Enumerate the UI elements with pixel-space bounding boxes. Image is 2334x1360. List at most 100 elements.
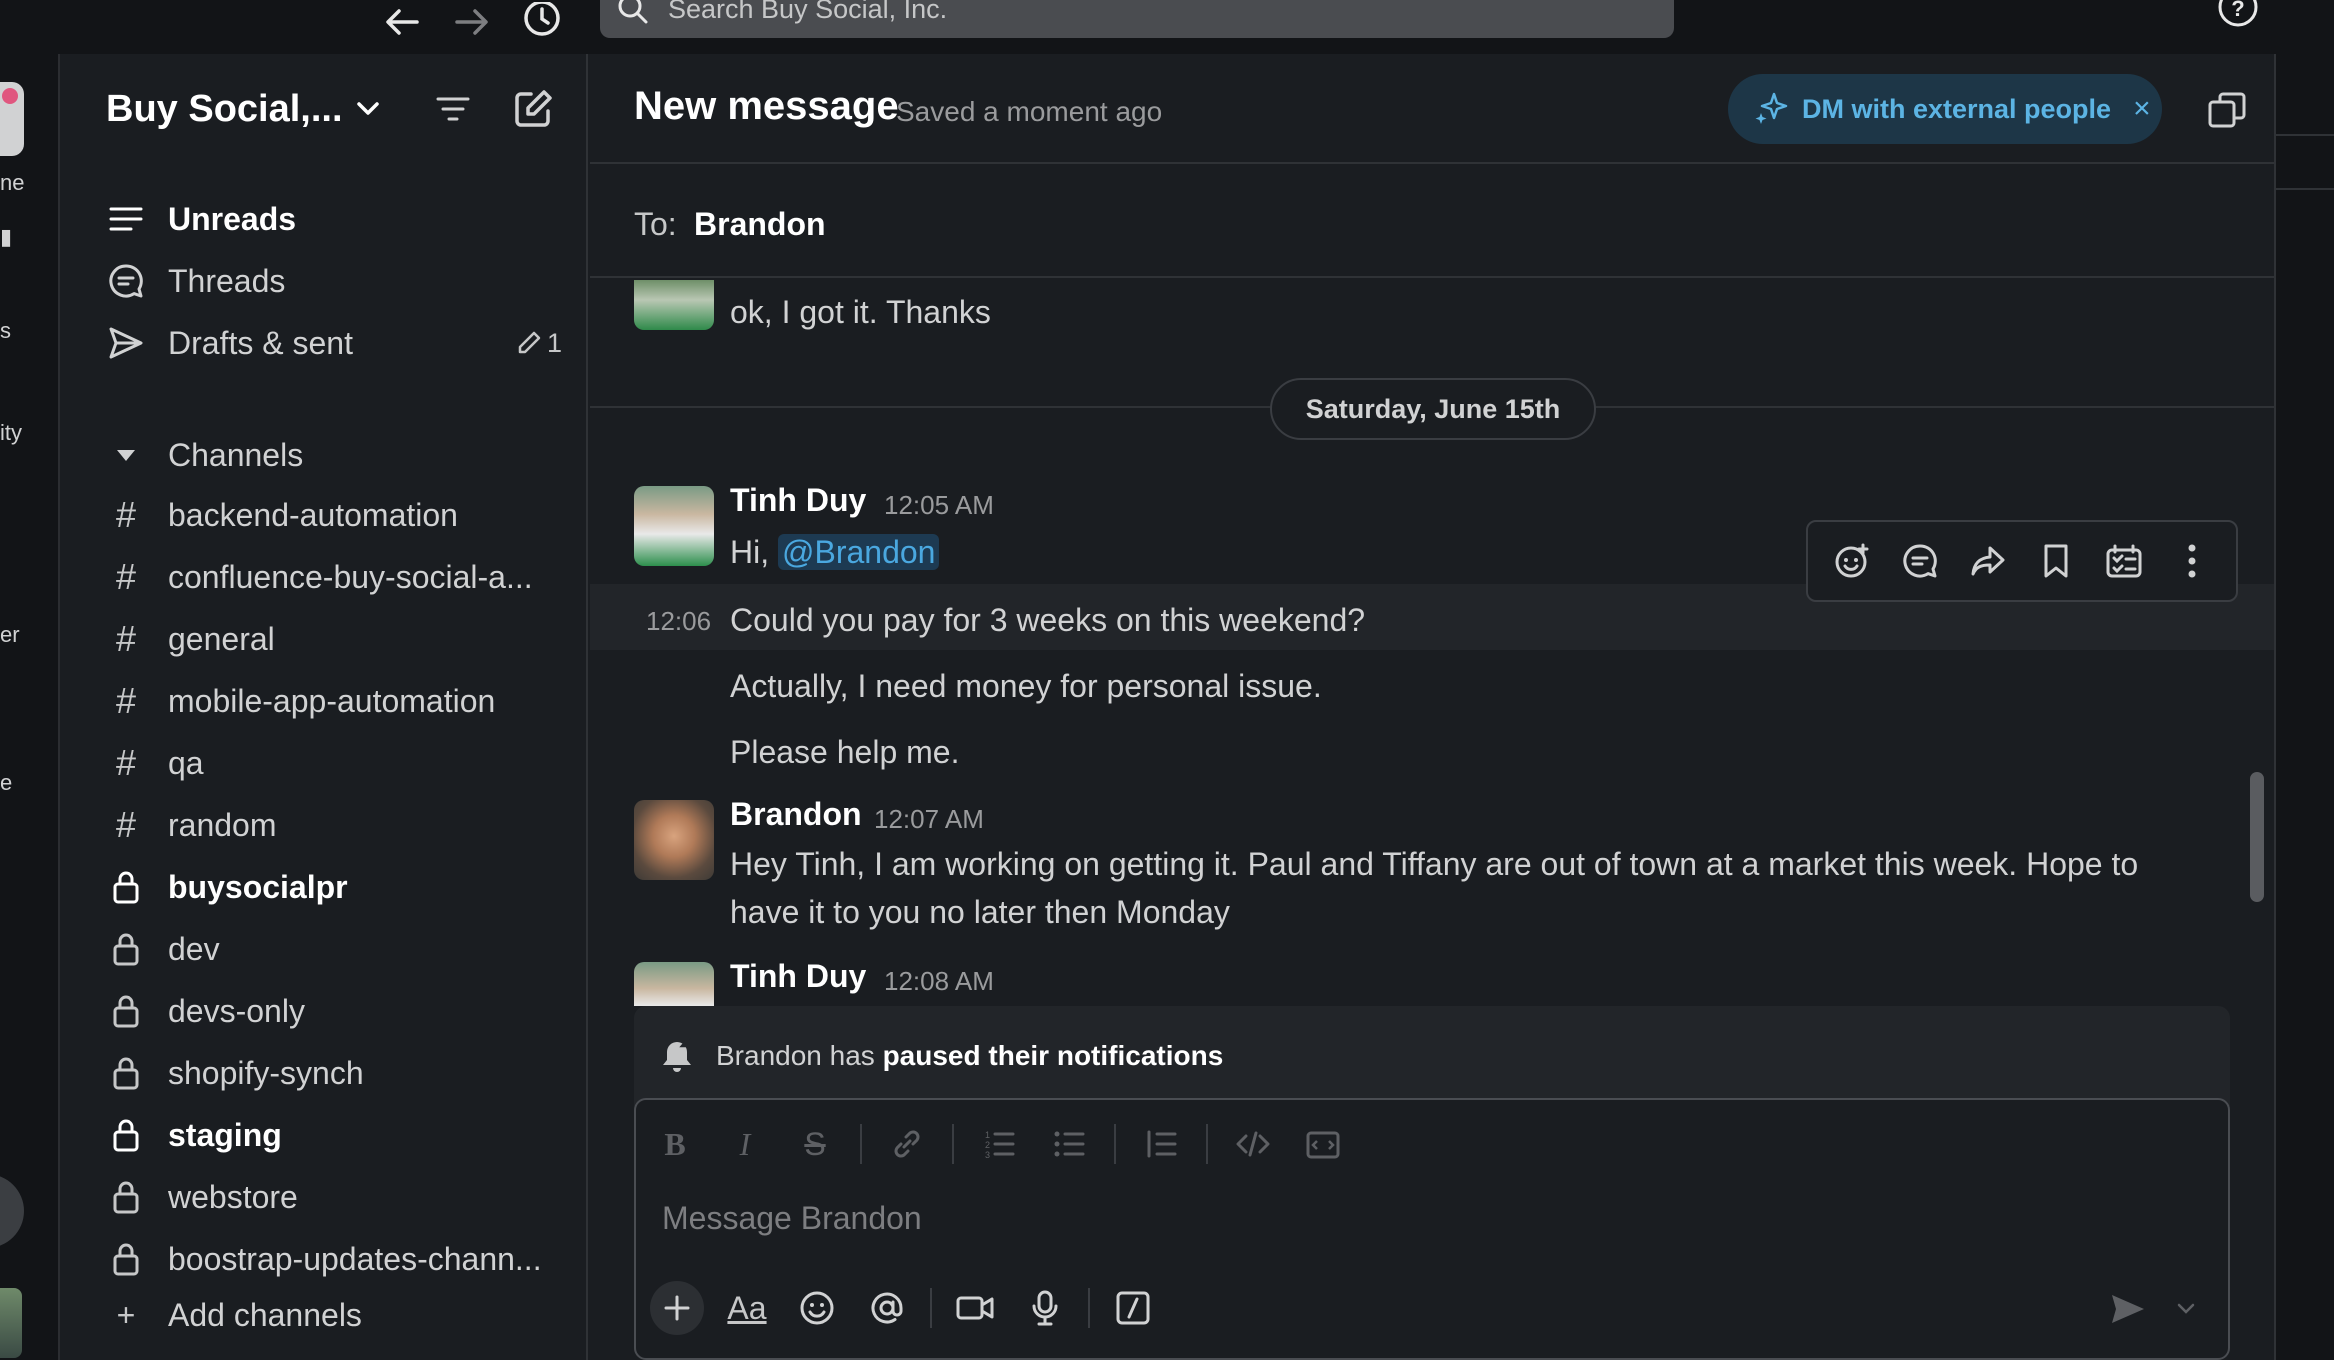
link-icon[interactable] — [882, 1119, 932, 1169]
channel-item[interactable]: # qa — [106, 738, 576, 788]
slash-command-icon[interactable] — [1106, 1281, 1160, 1335]
nav-threads[interactable]: Threads — [106, 256, 576, 306]
attach-plus-icon[interactable] — [650, 1281, 704, 1335]
rail-label-more[interactable]: e — [0, 770, 12, 796]
rail-icon-fragment[interactable]: ▮ — [0, 224, 12, 250]
rail-label-home[interactable]: ne — [0, 170, 24, 196]
history-clock-icon[interactable] — [518, 2, 566, 42]
hash-icon: # — [115, 556, 137, 597]
recipient-row[interactable]: To: Brandon — [590, 166, 2274, 278]
close-icon[interactable]: × — [2133, 92, 2151, 126]
channel-item[interactable]: buysocialpr — [106, 862, 576, 912]
remind-checklist-icon[interactable] — [2098, 535, 2150, 587]
nav-drafts-sent[interactable]: Drafts & sent 1 — [106, 318, 576, 368]
message-timestamp[interactable]: 12:05 AM — [884, 490, 994, 521]
filter-icon[interactable] — [428, 84, 478, 134]
unreads-icon — [106, 199, 146, 239]
toolbar-separator — [860, 1124, 862, 1164]
channel-item[interactable]: # general — [106, 614, 576, 664]
compose-icon[interactable] — [508, 84, 558, 134]
rail-label-later[interactable]: er — [0, 622, 20, 648]
panel-edge-tab[interactable] — [2276, 134, 2334, 190]
message-timestamp[interactable]: 12:06 — [646, 606, 711, 637]
back-arrow-icon[interactable] — [378, 2, 426, 42]
channel-item[interactable]: dev — [106, 924, 576, 974]
blockquote-icon[interactable] — [1136, 1119, 1186, 1169]
avatar-tinh-duy[interactable] — [634, 280, 714, 330]
channels-section-header[interactable]: Channels — [106, 430, 576, 480]
nav-unreads[interactable]: Unreads — [106, 194, 576, 244]
ordered-list-icon[interactable]: 123 — [974, 1119, 1024, 1169]
channel-item[interactable]: # mobile-app-automation — [106, 676, 576, 726]
to-label: To: — [634, 206, 677, 242]
reply-thread-icon[interactable] — [1894, 535, 1946, 587]
message-timestamp[interactable]: 12:07 AM — [874, 804, 984, 835]
channel-item[interactable]: # random — [106, 800, 576, 850]
emoji-icon[interactable] — [790, 1281, 844, 1335]
pencil-icon — [518, 331, 541, 354]
lock-icon — [106, 1053, 146, 1093]
channel-item[interactable]: devs-only — [106, 986, 576, 1036]
message-input[interactable] — [662, 1200, 2062, 1237]
right-edge-panel — [2274, 54, 2334, 1360]
message-author[interactable]: Brandon — [730, 796, 862, 833]
message-pane: New message Saved a moment ago DM with e… — [590, 54, 2274, 1360]
channel-name: devs-only — [168, 992, 305, 1029]
workspace-menu[interactable]: Buy Social,... — [106, 84, 379, 134]
italic-icon[interactable]: I — [720, 1119, 770, 1169]
bookmark-icon[interactable] — [2030, 535, 2082, 587]
channel-item[interactable]: webstore — [106, 1172, 576, 1222]
channel-item[interactable]: # confluence-buy-social-a... — [106, 552, 576, 602]
mention-icon[interactable] — [860, 1281, 914, 1335]
channel-item[interactable]: staging — [106, 1110, 576, 1160]
rail-label-activity[interactable]: ity — [0, 420, 22, 446]
channel-sidebar: Buy Social,... Unreads Threads Drafts & … — [62, 54, 588, 1360]
dm-external-pill[interactable]: DM with external people × — [1728, 74, 2162, 144]
message-author[interactable]: Tinh Duy — [730, 958, 866, 995]
forward-icon[interactable] — [1962, 535, 2014, 587]
strikethrough-icon[interactable]: S — [790, 1119, 840, 1169]
saved-status: Saved a moment ago — [896, 96, 1163, 127]
send-icon[interactable] — [2100, 1284, 2156, 1334]
message-text: Actually, I need money for personal issu… — [730, 668, 1322, 704]
code-block-icon[interactable] — [1298, 1119, 1348, 1169]
svg-text:3: 3 — [985, 1150, 990, 1159]
avatar-brandon[interactable] — [634, 800, 714, 880]
text-format-toggle[interactable]: Aa — [720, 1281, 774, 1335]
avatar-tinh-duy[interactable] — [634, 962, 714, 1006]
lock-icon — [106, 867, 146, 907]
channel-name: webstore — [168, 1178, 298, 1215]
add-channels-button[interactable]: + Add channels — [106, 1290, 576, 1340]
lock-icon — [106, 1177, 146, 1217]
popout-window-icon[interactable] — [2202, 86, 2252, 134]
avatar-tinh-duy[interactable] — [634, 486, 714, 566]
channel-item[interactable]: # backend-automation — [106, 490, 576, 540]
channel-item[interactable]: shopify-synch — [106, 1048, 576, 1098]
channel-item[interactable]: boostrap-updates-chann... — [106, 1234, 576, 1284]
svg-text:?: ? — [2231, 0, 2244, 21]
schedule-chevron-icon[interactable] — [2166, 1284, 2206, 1334]
forward-arrow-icon[interactable] — [448, 2, 496, 42]
notice-prefix: Brandon has — [716, 1040, 883, 1071]
message-timestamp[interactable]: 12:08 AM — [884, 966, 994, 997]
user-avatar[interactable] — [0, 1288, 22, 1358]
message-author[interactable]: Tinh Duy — [730, 482, 866, 519]
drafts-count-value: 1 — [546, 327, 562, 358]
more-actions-icon[interactable] — [2166, 535, 2218, 587]
toolbar-separator — [1088, 1288, 1090, 1328]
microphone-icon[interactable] — [1018, 1281, 1072, 1335]
bullet-list-icon[interactable] — [1044, 1119, 1094, 1169]
date-divider[interactable]: Saturday, June 15th — [1270, 378, 1596, 440]
bold-icon[interactable]: B — [650, 1119, 700, 1169]
rail-label-dms[interactable]: s — [0, 318, 11, 344]
search-bar[interactable]: Search Buy Social, Inc. — [600, 0, 1674, 38]
code-icon[interactable] — [1228, 1119, 1278, 1169]
video-clip-icon[interactable] — [948, 1281, 1002, 1335]
add-reaction-icon[interactable] — [1826, 535, 1878, 587]
top-bar: Search Buy Social, Inc. ? — [0, 0, 2334, 54]
notification-dot — [2, 88, 18, 104]
help-icon[interactable]: ? — [2216, 0, 2260, 28]
add-workspace-button[interactable] — [0, 1174, 24, 1248]
scrollbar[interactable] — [2250, 772, 2264, 902]
user-mention[interactable]: @Brandon — [778, 534, 940, 570]
